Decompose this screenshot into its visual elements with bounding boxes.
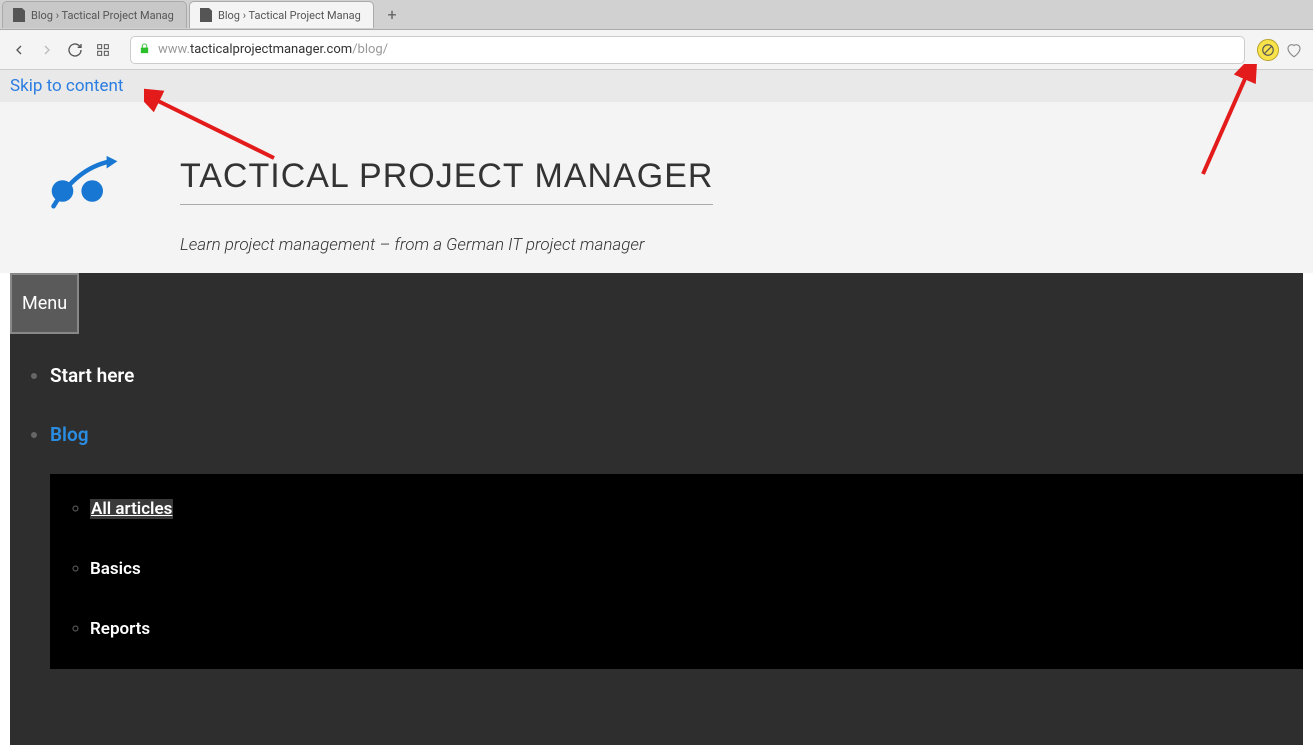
browser-tab-active[interactable]: Blog › Tactical Project Manag: [189, 1, 374, 28]
nav-link-start-here[interactable]: Start here: [50, 364, 134, 387]
lock-icon: [139, 42, 150, 58]
tab-title: Blog › Tactical Project Manag: [218, 9, 361, 22]
address-text: www.tacticalprojectmanager.com/blog/: [158, 42, 388, 57]
favorite-icon[interactable]: [1283, 39, 1305, 61]
nav-area: Menu Start here Blog All articles Basics…: [10, 273, 1303, 745]
nav-link-blog[interactable]: Blog: [50, 423, 89, 446]
page-icon: [13, 8, 25, 22]
browser-tab[interactable]: Blog › Tactical Project Manag: [2, 1, 187, 28]
subnav-item: Basics: [90, 559, 1293, 579]
browser-tab-bar: Blog › Tactical Project Manag Blog › Tac…: [0, 0, 1313, 30]
browser-toolbar: www.tacticalprojectmanager.com/blog/: [0, 30, 1313, 70]
nav-item-start-here: Start here: [50, 364, 1303, 387]
blog-submenu: All articles Basics Reports: [50, 474, 1303, 669]
skip-bar: Skip to content: [0, 70, 1313, 102]
menu-button[interactable]: Menu: [10, 273, 79, 334]
subnav-item: All articles: [90, 499, 1293, 519]
subnav-item: Reports: [90, 619, 1293, 639]
site-header: TACTICAL PROJECT MANAGER Learn project m…: [0, 102, 1313, 273]
primary-nav-list: Start here Blog All articles Basics Repo…: [10, 364, 1303, 669]
reload-button[interactable]: [64, 39, 86, 61]
apps-button[interactable]: [92, 39, 114, 61]
address-bar[interactable]: www.tacticalprojectmanager.com/blog/: [130, 36, 1245, 64]
site-title: TACTICAL PROJECT MANAGER: [180, 157, 713, 205]
site-tagline: Learn project management – from a German…: [180, 235, 713, 255]
back-button[interactable]: [8, 39, 30, 61]
page-icon: [200, 8, 212, 22]
subnav-link-basics[interactable]: Basics: [90, 559, 141, 579]
site-logo[interactable]: [10, 142, 160, 222]
new-tab-button[interactable]: +: [380, 5, 404, 25]
skip-to-content-link[interactable]: Skip to content: [10, 76, 123, 96]
subnav-link-all-articles[interactable]: All articles: [90, 499, 173, 519]
forward-button[interactable]: [36, 39, 58, 61]
adblock-icon[interactable]: [1257, 39, 1279, 61]
subnav-link-reports[interactable]: Reports: [90, 619, 150, 639]
nav-item-blog: Blog All articles Basics Reports: [50, 423, 1303, 669]
tab-title: Blog › Tactical Project Manag: [31, 9, 174, 22]
page-content: Skip to content TACTICAL PROJECT MANAGER…: [0, 70, 1313, 745]
